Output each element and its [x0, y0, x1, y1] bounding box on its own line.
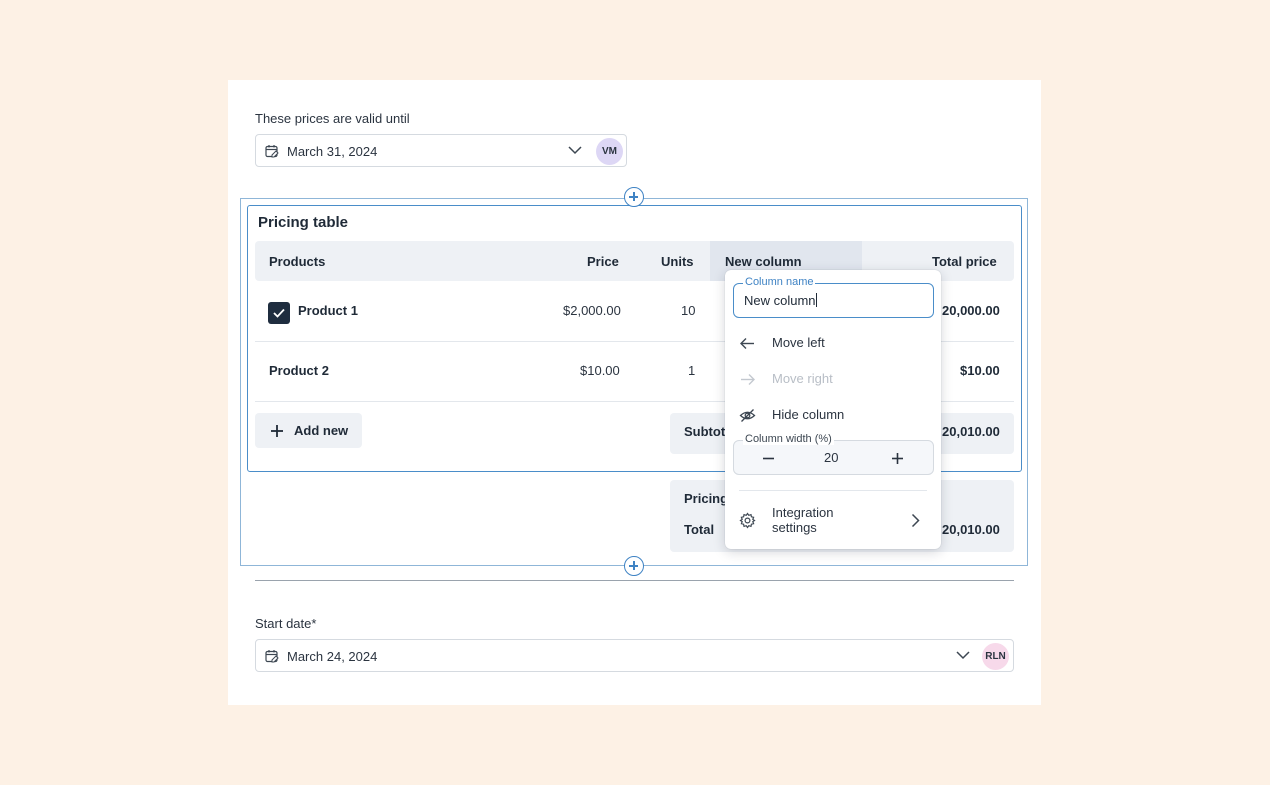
integration-settings-label: Integration settings [772, 505, 834, 535]
gear-icon [739, 512, 756, 529]
hide-column-menu-item[interactable]: Hide column [725, 400, 941, 430]
column-width-value[interactable]: 20 [824, 450, 838, 465]
eye-off-icon [739, 409, 756, 422]
move-left-label: Move left [772, 335, 825, 350]
avatar[interactable]: RLN [982, 643, 1009, 670]
header-new-column[interactable]: New column [725, 254, 802, 269]
column-width-legend: Column width (%) [743, 433, 834, 445]
text-caret [815, 293, 817, 307]
menu-divider [739, 490, 927, 491]
header-products[interactable]: Products [269, 254, 325, 269]
arrow-left-icon [740, 338, 754, 349]
column-options-menu: Column name New column Move left Move ri… [725, 270, 941, 549]
header-units[interactable]: Units [661, 254, 694, 269]
hide-column-label: Hide column [772, 407, 845, 422]
arrow-right-icon [741, 374, 755, 385]
table-row-price[interactable]: $10.00 [580, 363, 620, 378]
start-date-label: Start date* [255, 616, 317, 631]
move-left-menu-item[interactable]: Move left [725, 328, 941, 358]
table-row-price[interactable]: $2,000.00 [563, 303, 621, 318]
valid-until-label: These prices are valid until [255, 111, 410, 126]
add-new-label: Add new [294, 423, 349, 438]
subtotal-label: Subtot [684, 424, 726, 439]
plus-icon[interactable] [891, 452, 904, 465]
table-row-units[interactable]: 10 [681, 303, 695, 318]
header-price[interactable]: Price [587, 254, 619, 269]
pricing-label: Pricing [684, 491, 729, 506]
minus-icon[interactable] [762, 452, 775, 465]
add-block-above-icon[interactable] [624, 187, 644, 207]
column-name-legend: Column name [743, 276, 816, 288]
valid-until-date-field[interactable]: March 31, 2024 VM [255, 134, 627, 167]
checkmark-icon [273, 308, 285, 318]
start-date-value: March 24, 2024 [287, 649, 378, 664]
chevron-down-icon[interactable] [956, 651, 970, 660]
valid-until-date-value: March 31, 2024 [287, 144, 378, 159]
column-name-value: New column [744, 293, 816, 308]
start-date-field[interactable]: March 24, 2024 RLN [255, 639, 1014, 672]
move-right-label: Move right [772, 371, 833, 386]
column-name-input[interactable]: Column name New column [733, 276, 934, 318]
row-checkbox[interactable] [268, 302, 290, 324]
chevron-right-icon [911, 513, 920, 528]
calendar-icon [265, 650, 279, 663]
section-divider [255, 580, 1014, 581]
table-row-total: 20,000.00 [942, 303, 1000, 318]
move-right-menu-item: Move right [725, 364, 941, 394]
subtotal-value: 20,010.00 [942, 424, 1000, 439]
table-row-product[interactable]: Product 1 [298, 303, 358, 318]
pricing-table-title: Pricing table [258, 214, 349, 231]
chevron-down-icon[interactable] [568, 146, 582, 155]
add-block-below-icon[interactable] [624, 556, 644, 576]
table-row-product[interactable]: Product 2 [269, 363, 329, 378]
column-width-stepper: Column width (%) 20 [733, 433, 934, 475]
plus-icon [271, 425, 283, 437]
total-value: 20,010.00 [942, 522, 1000, 537]
add-new-button[interactable]: Add new [255, 413, 362, 448]
integration-settings-menu-item[interactable]: Integration settings [725, 502, 941, 538]
total-label: Total [684, 522, 715, 537]
table-row-total: $10.00 [960, 363, 1000, 378]
calendar-icon [265, 145, 279, 158]
avatar[interactable]: VM [596, 138, 623, 165]
table-row-units[interactable]: 1 [688, 363, 695, 378]
header-total-price[interactable]: Total price [932, 254, 997, 269]
